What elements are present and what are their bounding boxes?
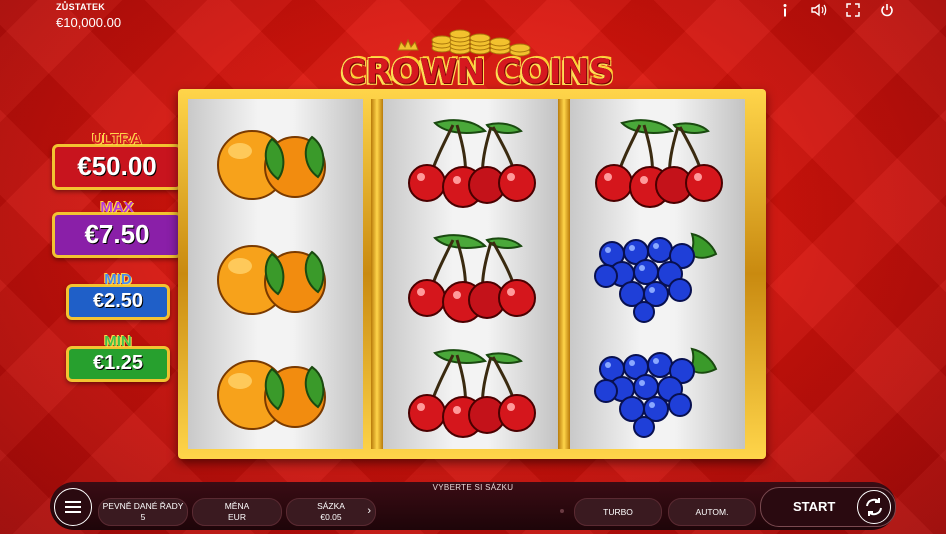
game-logo: CROWN COINS	[332, 26, 622, 92]
jackpot-mid: MID €2.50	[66, 272, 170, 320]
sound-icon[interactable]	[810, 2, 828, 18]
jackpot-min-value: €1.25	[66, 346, 170, 382]
reel-divider	[371, 99, 383, 449]
turbo-label: TURBO	[603, 506, 633, 517]
spin-icon	[857, 490, 891, 524]
fixed-lines-pill: PEVNĚ DANÉ ŘADY 5	[98, 498, 188, 526]
power-icon[interactable]	[878, 2, 896, 18]
balance-label: ZŮSTATEK	[56, 2, 106, 12]
reel-divider	[558, 99, 570, 449]
currency-value: EUR	[228, 512, 246, 522]
logo-text: CROWN COINS	[341, 52, 613, 92]
fixed-lines-value: 5	[140, 512, 146, 522]
orange-icon	[200, 339, 350, 439]
cherry-icon	[395, 224, 545, 324]
reel-frame	[178, 89, 766, 459]
fixed-lines-label: PEVNĚ DANÉ ŘADY	[102, 501, 184, 511]
jackpot-mid-name: MID	[104, 271, 132, 288]
jackpot-mid-value: €2.50	[66, 284, 170, 320]
bet-label: SÁZKA	[317, 501, 345, 511]
turbo-button[interactable]: TURBO	[574, 498, 662, 526]
currency-label: MĚNA	[224, 501, 250, 511]
jackpot-max-value: €7.50	[52, 212, 182, 258]
orange-icon	[200, 224, 350, 324]
autoplay-button[interactable]: AUTOM.	[668, 498, 756, 526]
bet-selector[interactable]: SÁZKA €0.05 ›	[286, 498, 376, 526]
jackpot-min-name: MIN	[104, 333, 132, 350]
jackpot-ultra-value: €50.00	[52, 144, 182, 190]
orange-icon	[200, 109, 350, 209]
menu-button[interactable]	[54, 488, 92, 526]
bet-value: €0.05	[320, 512, 342, 522]
jackpot-min: MIN €1.25	[66, 334, 170, 382]
top-toolbar	[776, 2, 896, 18]
info-icon[interactable]	[776, 2, 794, 18]
grape-icon	[582, 224, 732, 324]
balance-display: ZŮSTATEK €10,000.00	[56, 2, 121, 30]
menu-icon	[65, 501, 81, 503]
cherry-icon	[582, 109, 732, 209]
chevron-right-icon: ›	[367, 505, 371, 517]
currency-selector[interactable]: MĚNA EUR	[192, 498, 282, 526]
autoplay-label: AUTOM.	[695, 506, 729, 517]
jackpot-ultra-name: ULTRA	[92, 131, 142, 148]
start-button[interactable]: START	[760, 487, 896, 527]
cherry-icon	[395, 339, 545, 439]
start-label: START	[793, 499, 836, 514]
indicator-dot	[560, 509, 564, 513]
jackpot-max-name: MAX	[100, 199, 134, 216]
fullscreen-icon[interactable]	[844, 2, 862, 18]
jackpot-max: MAX €7.50	[52, 200, 182, 258]
jackpot-ultra: ULTRA €50.00	[52, 132, 182, 190]
balance-value: €10,000.00	[56, 15, 122, 30]
cherry-icon	[395, 109, 545, 209]
grape-icon	[582, 339, 732, 439]
